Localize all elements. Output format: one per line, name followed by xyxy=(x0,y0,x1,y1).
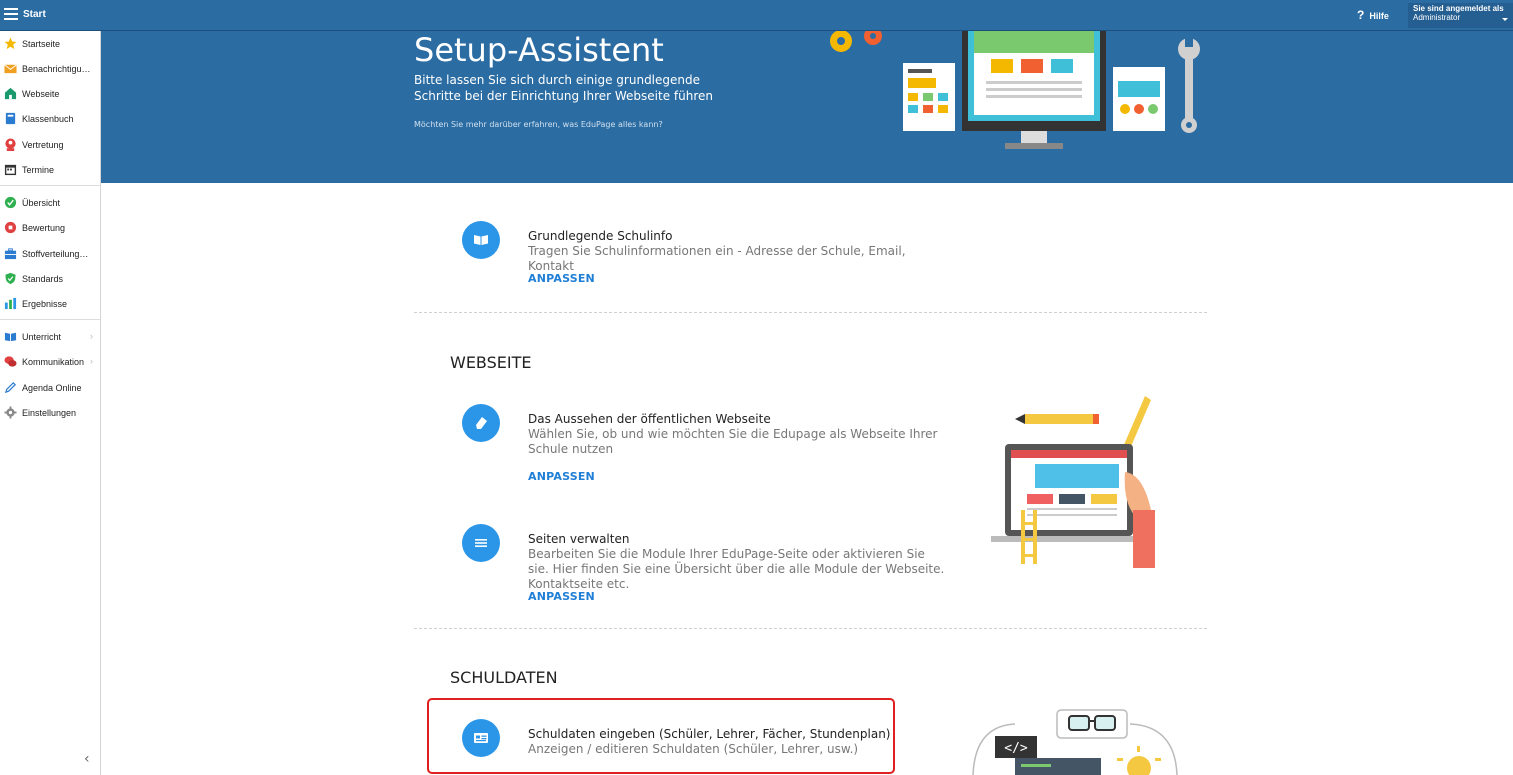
sidebar-item-ergebnisse[interactable]: Ergebnisse xyxy=(0,293,100,315)
top-bar: Start ? Hilfe Sie sind angemeldet als Adm… xyxy=(0,0,1513,31)
sidebar-item-webseite[interactable]: Webseite xyxy=(0,83,100,105)
sidebar-divider xyxy=(0,319,100,320)
chevron-right-icon: › xyxy=(90,331,93,341)
sidebar-item-agenda-online[interactable]: Agenda Online xyxy=(0,377,100,399)
book-icon xyxy=(474,235,488,245)
webseite-illustration xyxy=(991,396,1155,568)
task-description: Tragen Sie Schulinformationen ein - Adre… xyxy=(528,244,906,273)
sidebar-collapse-icon[interactable]: ‹ xyxy=(84,751,90,767)
sidebar-item-startseite[interactable]: Startseite xyxy=(0,33,100,55)
task-title: Grundlegende Schulinfo xyxy=(528,229,673,243)
section-divider xyxy=(414,312,1207,313)
sidebar-item-label: Stoffverteilungsplan xyxy=(22,249,92,259)
task-icon-circle xyxy=(462,524,500,562)
sidebar-item-label: Einstellungen xyxy=(22,408,77,418)
chevron-right-icon: › xyxy=(90,356,93,366)
sidebar-item-label: Startseite xyxy=(22,39,61,49)
page-title: Setup-Assistent xyxy=(414,31,664,69)
book-icon xyxy=(5,112,16,125)
sidebar-item-klassenbuch[interactable]: Klassenbuch xyxy=(0,108,100,130)
section-title-webseite: WEBSEITE xyxy=(450,353,532,372)
learn-more-link[interactable]: Möchten Sie mehr darüber erfahren, was E… xyxy=(414,120,663,129)
chat-icon xyxy=(4,356,17,367)
gear-icon xyxy=(4,406,17,419)
open-book-icon xyxy=(4,332,17,342)
sidebar-divider xyxy=(0,185,100,186)
code-icon: </> xyxy=(1004,741,1028,756)
sidebar-item-label: Bewertung xyxy=(22,223,66,233)
list-icon xyxy=(475,539,487,547)
sidebar-item-label: Unterricht xyxy=(22,332,62,342)
sidebar: Startseite Benachrichtigungen Webseite K… xyxy=(0,31,101,775)
sidebar-item-label: Ergebnisse xyxy=(22,299,68,309)
hamburger-menu-icon[interactable] xyxy=(4,8,18,20)
task-title: Das Aussehen der öffentlichen Webseite xyxy=(528,412,771,426)
shield-icon xyxy=(5,272,16,285)
help-label: Hilfe xyxy=(1369,11,1389,21)
envelope-icon xyxy=(4,64,17,74)
task-icon-circle xyxy=(462,221,500,259)
bar-chart-icon xyxy=(4,297,17,310)
task-seiten-verwalten: Seiten verwalten Bearbeiten Sie die Modu… xyxy=(414,524,954,614)
sidebar-item-label: Übersicht xyxy=(22,198,61,208)
anpassen-button[interactable]: ANPASSEN xyxy=(528,272,595,285)
sidebar-item-vertretung[interactable]: Vertretung xyxy=(0,134,100,156)
sidebar-item-kommunikation[interactable]: Kommunikation › xyxy=(0,351,100,373)
sidebar-item-bewertung[interactable]: Bewertung xyxy=(0,217,100,239)
section-title-schuldaten: SCHULDATEN xyxy=(450,668,558,687)
sidebar-item-stoffverteilungsplan[interactable]: Stoffverteilungsplan xyxy=(0,243,100,265)
user-menu[interactable]: Sie sind angemeldet als Administrator xyxy=(1408,3,1513,28)
pen-icon xyxy=(4,382,16,394)
help-button[interactable]: ? Hilfe xyxy=(1357,8,1389,22)
sidebar-item-benachrichtigungen[interactable]: Benachrichtigungen xyxy=(0,58,100,80)
question-icon: ? xyxy=(1357,8,1365,22)
person-icon xyxy=(5,138,16,151)
sidebar-item-label: Webseite xyxy=(22,89,60,99)
sidebar-item-termine[interactable]: Termine xyxy=(0,159,100,181)
sidebar-item-label: Vertretung xyxy=(22,140,64,150)
sidebar-item-standards[interactable]: Standards xyxy=(0,268,100,290)
sidebar-item-label: Kommunikation xyxy=(22,357,85,367)
task-description: Wählen Sie, ob und wie möchten Sie die E… xyxy=(528,427,938,456)
sidebar-item-label: Termine xyxy=(22,165,55,175)
hero-subtitle: Bitte lassen Sie sich durch einige grund… xyxy=(414,73,714,103)
sidebar-item-label: Benachrichtigungen xyxy=(22,64,92,74)
home-icon xyxy=(4,87,17,100)
schuldaten-illustration: </> xyxy=(972,709,1178,775)
sidebar-item-unterricht[interactable]: Unterricht › xyxy=(0,326,100,348)
task-schulinfo: Grundlegende Schulinfo Tragen Sie Schuli… xyxy=(414,221,954,291)
sidebar-item-label: Klassenbuch xyxy=(22,114,74,124)
highlight-box xyxy=(427,698,895,774)
task-icon-circle xyxy=(462,404,500,442)
anpassen-button[interactable]: ANPASSEN xyxy=(528,590,595,603)
sidebar-item-einstellungen[interactable]: Einstellungen xyxy=(0,402,100,424)
chevron-down-icon xyxy=(1502,18,1508,21)
sidebar-item-uebersicht[interactable]: Übersicht xyxy=(0,192,100,214)
hero-illustration xyxy=(830,31,1200,149)
sidebar-item-label: Agenda Online xyxy=(22,383,82,393)
topbar-title[interactable]: Start xyxy=(23,9,46,20)
anpassen-button[interactable]: ANPASSEN xyxy=(528,470,595,483)
check-circle-icon xyxy=(4,196,17,209)
task-description: Bearbeiten Sie die Module Ihrer EduPage-… xyxy=(528,547,945,591)
calendar-icon xyxy=(4,164,17,176)
task-title: Seiten verwalten xyxy=(528,532,630,546)
user-signed-in-label: Sie sind angemeldet als xyxy=(1413,4,1504,13)
star-icon xyxy=(4,37,17,50)
task-aussehen: Das Aussehen der öffentlichen Webseite W… xyxy=(414,404,954,494)
eraser-icon xyxy=(476,417,487,429)
grade-icon xyxy=(4,221,17,234)
hero-banner: Setup-Assistent Bitte lassen Sie sich du… xyxy=(101,31,1513,183)
user-role: Administrator xyxy=(1413,13,1461,22)
briefcase-icon xyxy=(4,248,17,260)
section-divider xyxy=(414,628,1207,629)
sidebar-item-label: Standards xyxy=(22,274,64,284)
